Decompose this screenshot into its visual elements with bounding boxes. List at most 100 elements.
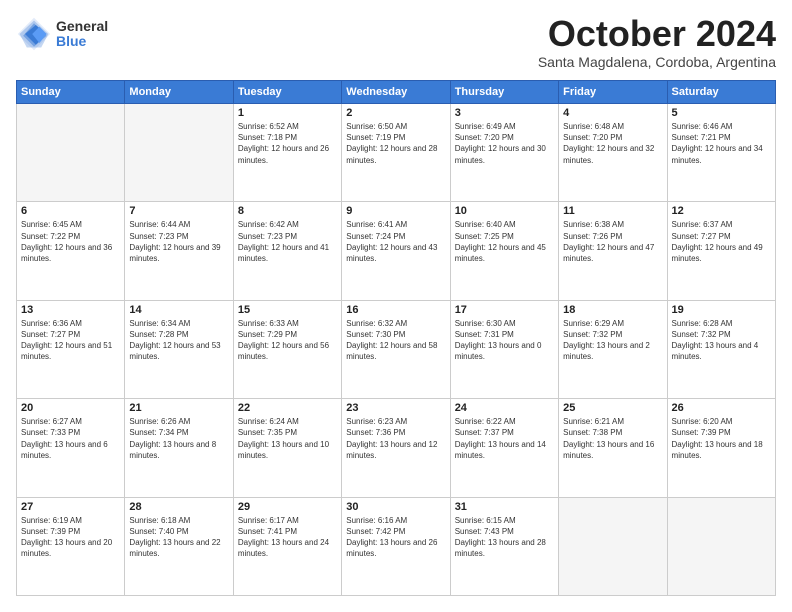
day-number: 11 (563, 205, 662, 217)
day-number: 12 (672, 205, 771, 217)
calendar-cell: 23 Sunrise: 6:23 AMSunset: 7:36 PMDayligh… (342, 399, 450, 497)
day-number: 10 (455, 205, 554, 217)
calendar-cell: 1 Sunrise: 6:52 AMSunset: 7:18 PMDaylight… (233, 104, 341, 202)
calendar-cell: 17 Sunrise: 6:30 AMSunset: 7:31 PMDayligh… (450, 300, 558, 398)
day-number: 3 (455, 107, 554, 119)
calendar-cell: 30Sunrise: 6:16 AMSunset: 7:42 PMDayligh… (342, 497, 450, 595)
cell-info: Sunrise: 6:30 AMSunset: 7:31 PMDaylight:… (455, 318, 554, 363)
weekday-header-saturday: Saturday (667, 81, 775, 104)
day-number: 17 (455, 304, 554, 316)
calendar-cell: 18 Sunrise: 6:29 AMSunset: 7:32 PMDayligh… (559, 300, 667, 398)
day-number: 13 (21, 304, 120, 316)
cell-info: Sunrise: 6:23 AMSunset: 7:36 PMDaylight:… (346, 416, 445, 461)
day-number: 1 (238, 107, 337, 119)
calendar-week-2: 6 Sunrise: 6:45 AMSunset: 7:22 PMDaylight… (17, 202, 776, 300)
calendar-header-row: SundayMondayTuesdayWednesdayThursdayFrid… (17, 81, 776, 104)
month-title: October 2024 (538, 16, 776, 52)
weekday-header-friday: Friday (559, 81, 667, 104)
calendar-cell: 19 Sunrise: 6:28 AMSunset: 7:32 PMDayligh… (667, 300, 775, 398)
cell-info: Sunrise: 6:40 AMSunset: 7:25 PMDaylight:… (455, 219, 554, 264)
cell-info: Sunrise: 6:24 AMSunset: 7:35 PMDaylight:… (238, 416, 337, 461)
cell-info: Sunrise: 6:21 AMSunset: 7:38 PMDaylight:… (563, 416, 662, 461)
cell-info: Sunrise: 6:29 AMSunset: 7:32 PMDaylight:… (563, 318, 662, 363)
cell-info: Sunrise: 6:38 AMSunset: 7:26 PMDaylight:… (563, 219, 662, 264)
logo-icon (16, 16, 52, 52)
cell-info: Sunrise: 6:42 AMSunset: 7:23 PMDaylight:… (238, 219, 337, 264)
calendar-week-1: 1 Sunrise: 6:52 AMSunset: 7:18 PMDaylight… (17, 104, 776, 202)
calendar-cell (667, 497, 775, 595)
weekday-header-tuesday: Tuesday (233, 81, 341, 104)
day-number: 2 (346, 107, 445, 119)
cell-info: Sunrise: 6:50 AMSunset: 7:19 PMDaylight:… (346, 121, 445, 166)
cell-info: Sunrise: 6:41 AMSunset: 7:24 PMDaylight:… (346, 219, 445, 264)
cell-info: Sunrise: 6:27 AMSunset: 7:33 PMDaylight:… (21, 416, 120, 461)
cell-info: Sunrise: 6:20 AMSunset: 7:39 PMDaylight:… (672, 416, 771, 461)
day-number: 26 (672, 402, 771, 414)
cell-info: Sunrise: 6:26 AMSunset: 7:34 PMDaylight:… (129, 416, 228, 461)
cell-info: Sunrise: 6:15 AMSunset: 7:43 PMDaylight:… (455, 515, 554, 560)
cell-info: Sunrise: 6:18 AMSunset: 7:40 PMDaylight:… (129, 515, 228, 560)
day-number: 21 (129, 402, 228, 414)
day-number: 20 (21, 402, 120, 414)
calendar-cell: 9 Sunrise: 6:41 AMSunset: 7:24 PMDaylight… (342, 202, 450, 300)
day-number: 19 (672, 304, 771, 316)
cell-info: Sunrise: 6:36 AMSunset: 7:27 PMDaylight:… (21, 318, 120, 363)
page: General Blue October 2024 Santa Magdalen… (0, 0, 792, 612)
calendar-cell: 28 Sunrise: 6:18 AMSunset: 7:40 PMDayligh… (125, 497, 233, 595)
cell-info: Sunrise: 6:48 AMSunset: 7:20 PMDaylight:… (563, 121, 662, 166)
logo-general-label: General (56, 19, 108, 34)
day-number: 6 (21, 205, 120, 217)
day-number: 14 (129, 304, 228, 316)
calendar-cell: 25 Sunrise: 6:21 AMSunset: 7:38 PMDayligh… (559, 399, 667, 497)
calendar-cell: 29Sunrise: 6:17 AMSunset: 7:41 PMDayligh… (233, 497, 341, 595)
calendar-cell: 21 Sunrise: 6:26 AMSunset: 7:34 PMDayligh… (125, 399, 233, 497)
day-number: 23 (346, 402, 445, 414)
day-number: 30 (346, 501, 445, 513)
header: General Blue October 2024 Santa Magdalen… (16, 16, 776, 70)
calendar-cell: 5Sunrise: 6:46 AMSunset: 7:21 PMDaylight… (667, 104, 775, 202)
day-number: 16 (346, 304, 445, 316)
day-number: 8 (238, 205, 337, 217)
cell-info: Sunrise: 6:49 AMSunset: 7:20 PMDaylight:… (455, 121, 554, 166)
logo-text: General Blue (56, 19, 108, 50)
weekday-header-sunday: Sunday (17, 81, 125, 104)
calendar-cell: 27 Sunrise: 6:19 AMSunset: 7:39 PMDayligh… (17, 497, 125, 595)
day-number: 9 (346, 205, 445, 217)
day-number: 18 (563, 304, 662, 316)
calendar-cell: 15Sunrise: 6:33 AMSunset: 7:29 PMDayligh… (233, 300, 341, 398)
weekday-header-thursday: Thursday (450, 81, 558, 104)
day-number: 24 (455, 402, 554, 414)
calendar-cell: 13 Sunrise: 6:36 AMSunset: 7:27 PMDayligh… (17, 300, 125, 398)
calendar-cell: 3 Sunrise: 6:49 AMSunset: 7:20 PMDaylight… (450, 104, 558, 202)
logo-blue-label: Blue (56, 34, 108, 49)
calendar-cell: 26 Sunrise: 6:20 AMSunset: 7:39 PMDayligh… (667, 399, 775, 497)
day-number: 25 (563, 402, 662, 414)
calendar-cell: 11 Sunrise: 6:38 AMSunset: 7:26 PMDayligh… (559, 202, 667, 300)
weekday-header-monday: Monday (125, 81, 233, 104)
cell-info: Sunrise: 6:45 AMSunset: 7:22 PMDaylight:… (21, 219, 120, 264)
calendar-cell: 12Sunrise: 6:37 AMSunset: 7:27 PMDayligh… (667, 202, 775, 300)
cell-info: Sunrise: 6:19 AMSunset: 7:39 PMDaylight:… (21, 515, 120, 560)
calendar-cell: 6 Sunrise: 6:45 AMSunset: 7:22 PMDaylight… (17, 202, 125, 300)
calendar-cell: 8 Sunrise: 6:42 AMSunset: 7:23 PMDaylight… (233, 202, 341, 300)
calendar-cell: 24Sunrise: 6:22 AMSunset: 7:37 PMDayligh… (450, 399, 558, 497)
calendar-week-4: 20 Sunrise: 6:27 AMSunset: 7:33 PMDayligh… (17, 399, 776, 497)
day-number: 4 (563, 107, 662, 119)
day-number: 22 (238, 402, 337, 414)
calendar-cell: 16Sunrise: 6:32 AMSunset: 7:30 PMDayligh… (342, 300, 450, 398)
location-subtitle: Santa Magdalena, Cordoba, Argentina (538, 54, 776, 70)
title-block: October 2024 Santa Magdalena, Cordoba, A… (538, 16, 776, 70)
day-number: 15 (238, 304, 337, 316)
calendar-cell (17, 104, 125, 202)
day-number: 27 (21, 501, 120, 513)
calendar-cell: 20 Sunrise: 6:27 AMSunset: 7:33 PMDayligh… (17, 399, 125, 497)
calendar-cell: 2 Sunrise: 6:50 AMSunset: 7:19 PMDaylight… (342, 104, 450, 202)
calendar-cell: 10 Sunrise: 6:40 AMSunset: 7:25 PMDayligh… (450, 202, 558, 300)
cell-info: Sunrise: 6:44 AMSunset: 7:23 PMDaylight:… (129, 219, 228, 264)
cell-info: Sunrise: 6:28 AMSunset: 7:32 PMDaylight:… (672, 318, 771, 363)
day-number: 28 (129, 501, 228, 513)
calendar-cell: 14Sunrise: 6:34 AMSunset: 7:28 PMDayligh… (125, 300, 233, 398)
logo: General Blue (16, 16, 108, 52)
day-number: 31 (455, 501, 554, 513)
cell-info: Sunrise: 6:52 AMSunset: 7:18 PMDaylight:… (238, 121, 337, 166)
